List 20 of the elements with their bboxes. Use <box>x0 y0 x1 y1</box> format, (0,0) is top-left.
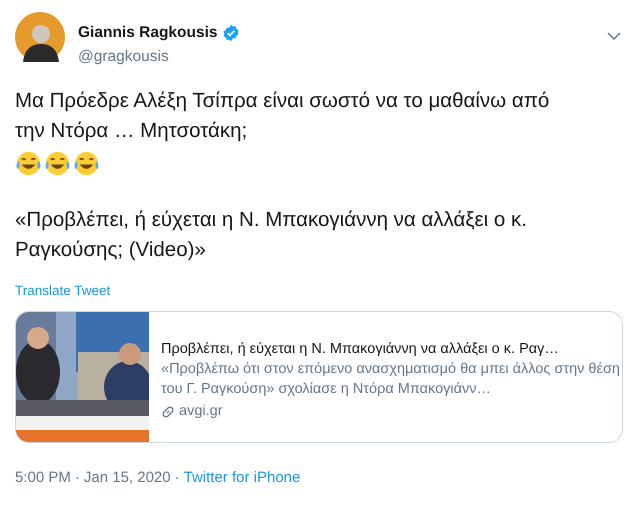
tweet-time: 5:00 PM <box>15 468 71 488</box>
quoted-text: «Προβλέπει, ή εύχεται η Ν. Μπακογιάννη να αλλάξει ο κ. Ραγκούσης; (Video)» <box>15 206 528 262</box>
tweet-text: Μα Πρόεδρε Αλέξη Τσίπρα είναι σωστό να το μαθαίνω από την Ντόρα … Μητσοτάκη; <box>15 88 550 144</box>
card-description: «Προβλέπω ότι στον επόμενο ανασχηματισμό θα μπει άλλος στην θέση του Γ. Ραγκούση» σχολίασε η Ντόρα Μπακογιάνν… <box>161 360 621 399</box>
laughing-emoji-icon <box>73 150 100 176</box>
source-link[interactable]: Twitter for iPhone <box>184 466 300 490</box>
link-card[interactable]: Προβλέπει, ή εύχεται η Ν. Μπακογιάννη να αλλάξει ο κ. Ραγ… «Προβλέπω ότι στον επόμενο ανασχηματισμό θα μπει άλλος στην θέση του Γ. Ραγκούση» σχολίασε η Ντόρα Μπακογιάνν… avgi.gr <box>15 310 623 443</box>
tweet-date: Jan 15, 2020 <box>84 468 171 488</box>
separator-dot: · <box>74 468 80 488</box>
laughing-emoji-icon <box>15 150 42 176</box>
author-name[interactable]: Giannis Ragkousis <box>78 21 218 44</box>
laughing-emoji-icon <box>44 150 71 176</box>
link-icon <box>161 404 175 419</box>
translate-link[interactable]: Translate Tweet <box>15 280 110 301</box>
separator-dot: · <box>174 468 180 488</box>
card-title: Προβλέπει, ή εύχεται η Ν. Μπακογιάννη να αλλάξει ο κ. Ραγ… <box>161 340 560 359</box>
author-handle[interactable]: @gragkousis <box>78 45 240 68</box>
avatar[interactable] <box>15 12 65 62</box>
caret-icon[interactable] <box>607 32 621 40</box>
card-domain: avgi.gr <box>179 402 223 421</box>
